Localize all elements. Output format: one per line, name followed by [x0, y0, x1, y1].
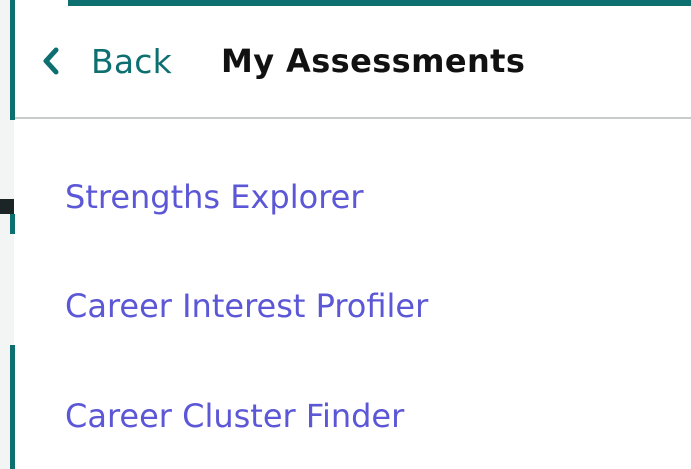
chevron-left-icon — [43, 47, 59, 75]
menu-item-career-cluster-finder[interactable]: Career Cluster Finder — [65, 391, 404, 441]
back-label: Back — [91, 41, 172, 81]
menu-item-career-interest-profiler[interactable]: Career Interest Profiler — [65, 281, 428, 331]
assessments-drawer: Back My Assessments Strengths Explorer C… — [15, 6, 691, 469]
back-button[interactable]: Back — [39, 36, 172, 86]
background-dark-bar — [0, 199, 14, 214]
page-title: My Assessments — [221, 42, 526, 80]
drawer-header: Back My Assessments — [15, 6, 691, 119]
menu-item-strengths-explorer[interactable]: Strengths Explorer — [65, 172, 364, 222]
